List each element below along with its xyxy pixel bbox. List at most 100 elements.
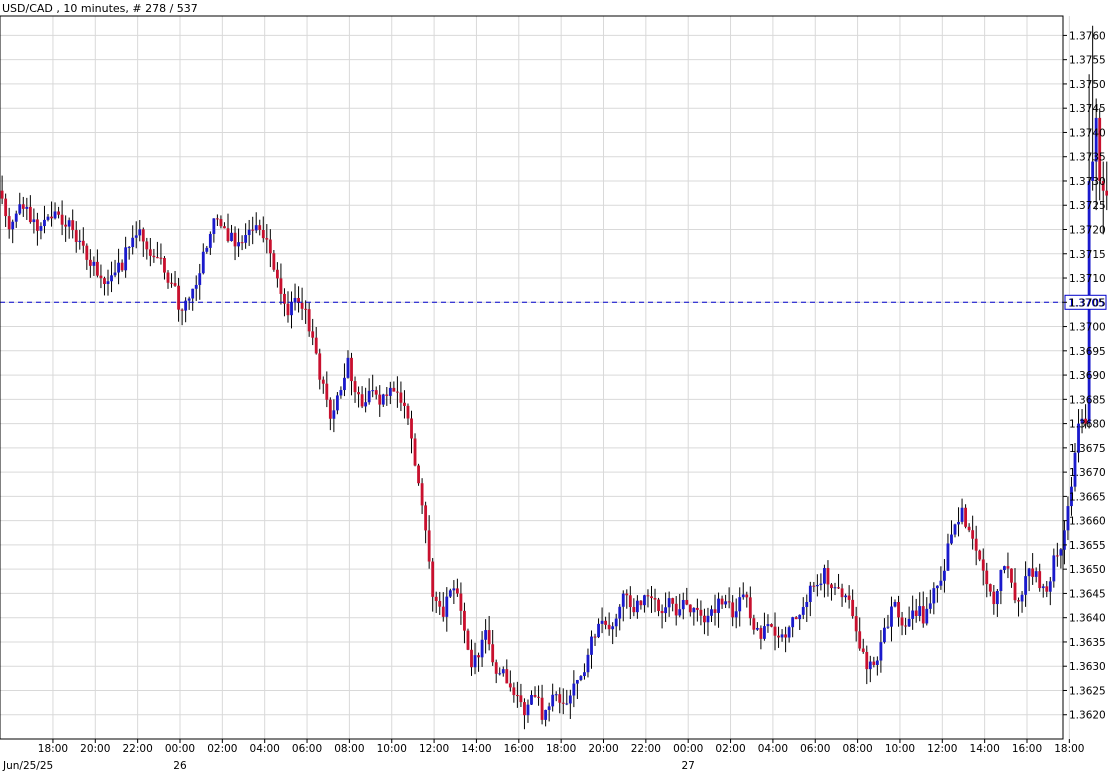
candle-body [971, 530, 975, 539]
x-tick-label: 04:00 [758, 743, 788, 755]
candle-body [660, 610, 664, 614]
candle-body [897, 601, 900, 618]
candle-body [367, 390, 371, 403]
candle-body [477, 655, 480, 658]
candle-body [523, 702, 526, 716]
candle-body [967, 526, 971, 531]
candle-body [290, 302, 293, 316]
candle-body [106, 281, 110, 285]
candle-body [865, 651, 869, 670]
candle-body [565, 703, 569, 705]
candle-body [374, 390, 378, 395]
candle-body [410, 418, 413, 439]
candle-body [632, 607, 636, 613]
candle-body [695, 607, 699, 610]
candle-body [575, 679, 579, 684]
date-label: 27 [682, 760, 695, 772]
candle-body [424, 505, 428, 531]
candle-body [861, 648, 865, 652]
x-tick-label: 12:00 [419, 743, 449, 755]
candle-body [120, 262, 124, 271]
candle-body [515, 695, 519, 697]
candle-body [755, 627, 759, 630]
y-tick-label: 1.3745 [1069, 103, 1106, 115]
candle-body [371, 390, 375, 392]
candle-body [286, 303, 290, 316]
candle-body [275, 269, 279, 279]
candle-body [60, 214, 64, 225]
candle-body [526, 704, 530, 716]
candle-body [851, 599, 855, 617]
candle-body [99, 275, 103, 279]
candle-body [727, 601, 731, 603]
candlestick-chart: 1.3705 1.3760 1.3755 1.3750 1.3745 1.3740 1.3… [0, 0, 1108, 774]
candle-body [858, 631, 862, 649]
candle-body [244, 235, 248, 243]
x-tick-label: 22:00 [123, 743, 153, 755]
candle-body [508, 683, 512, 688]
y-tick-label: 1.3680 [1069, 419, 1106, 431]
x-tick-label: 02:00 [207, 743, 237, 755]
candle-body [191, 288, 195, 299]
candle-body [833, 587, 837, 589]
candle-body [706, 615, 710, 623]
y-tick-label: 1.3655 [1069, 540, 1106, 552]
candle-body [953, 524, 957, 535]
candle-body [501, 669, 505, 674]
chart-canvas: 1.3705 1.37601.37551.37501.37451.37401.3… [0, 0, 1108, 774]
candle-body [879, 642, 883, 661]
candle-body [611, 626, 615, 630]
candle-body [681, 599, 685, 610]
candle-body [434, 596, 438, 601]
y-tick-label: 1.3635 [1069, 637, 1106, 649]
candle-body [265, 238, 269, 240]
candle-body [117, 262, 120, 273]
y-tick-label: 1.3760 [1069, 30, 1106, 42]
candle-body [808, 585, 812, 602]
candle-body [113, 272, 117, 276]
x-tick-label: 08:00 [842, 743, 872, 755]
y-axis: 1.3760 1.3755 1.3750 1.3745 1.3740 1.3735 1.37… [1063, 30, 1106, 722]
candle-body [78, 240, 82, 242]
candle-body [657, 599, 660, 611]
candle-body [794, 617, 798, 620]
y-tick-label: 1.3710 [1069, 273, 1106, 285]
candle-body [604, 620, 608, 625]
candle-body [46, 216, 50, 220]
candle-body [579, 676, 583, 680]
candle-body [664, 607, 668, 614]
candle-body [473, 655, 477, 668]
candle-body [138, 229, 142, 236]
candle-body [64, 224, 68, 227]
candle-body [81, 240, 85, 246]
candle-body [717, 598, 720, 613]
candle-body [544, 709, 548, 720]
candle-body [25, 206, 29, 209]
candle-body [187, 298, 191, 301]
candle-body [978, 550, 982, 560]
candle-body [551, 694, 555, 707]
x-tick-label: 00:00 [165, 743, 195, 755]
candle-body [254, 225, 258, 231]
candle-body [678, 609, 682, 616]
candle-body [699, 609, 703, 616]
candle-body [734, 611, 738, 618]
x-tick-label: 06:00 [800, 743, 830, 755]
candle-body [1038, 571, 1042, 589]
candle-body [618, 606, 622, 619]
y-tick-label: 1.3640 [1069, 613, 1106, 625]
candle-body [766, 624, 770, 627]
candle-body [134, 235, 138, 238]
candle-body [777, 635, 780, 638]
y-tick-label: 1.3620 [1069, 710, 1106, 722]
candle-body [11, 221, 15, 230]
x-tick-label: 20:00 [588, 743, 618, 755]
candle-body [890, 606, 893, 627]
candle-body [805, 601, 809, 608]
candle-body [886, 626, 890, 628]
candle-body [1048, 581, 1052, 592]
candle-body [1017, 600, 1020, 602]
candle-body [74, 230, 78, 242]
candle-body [392, 387, 396, 392]
candle-body [53, 211, 57, 219]
